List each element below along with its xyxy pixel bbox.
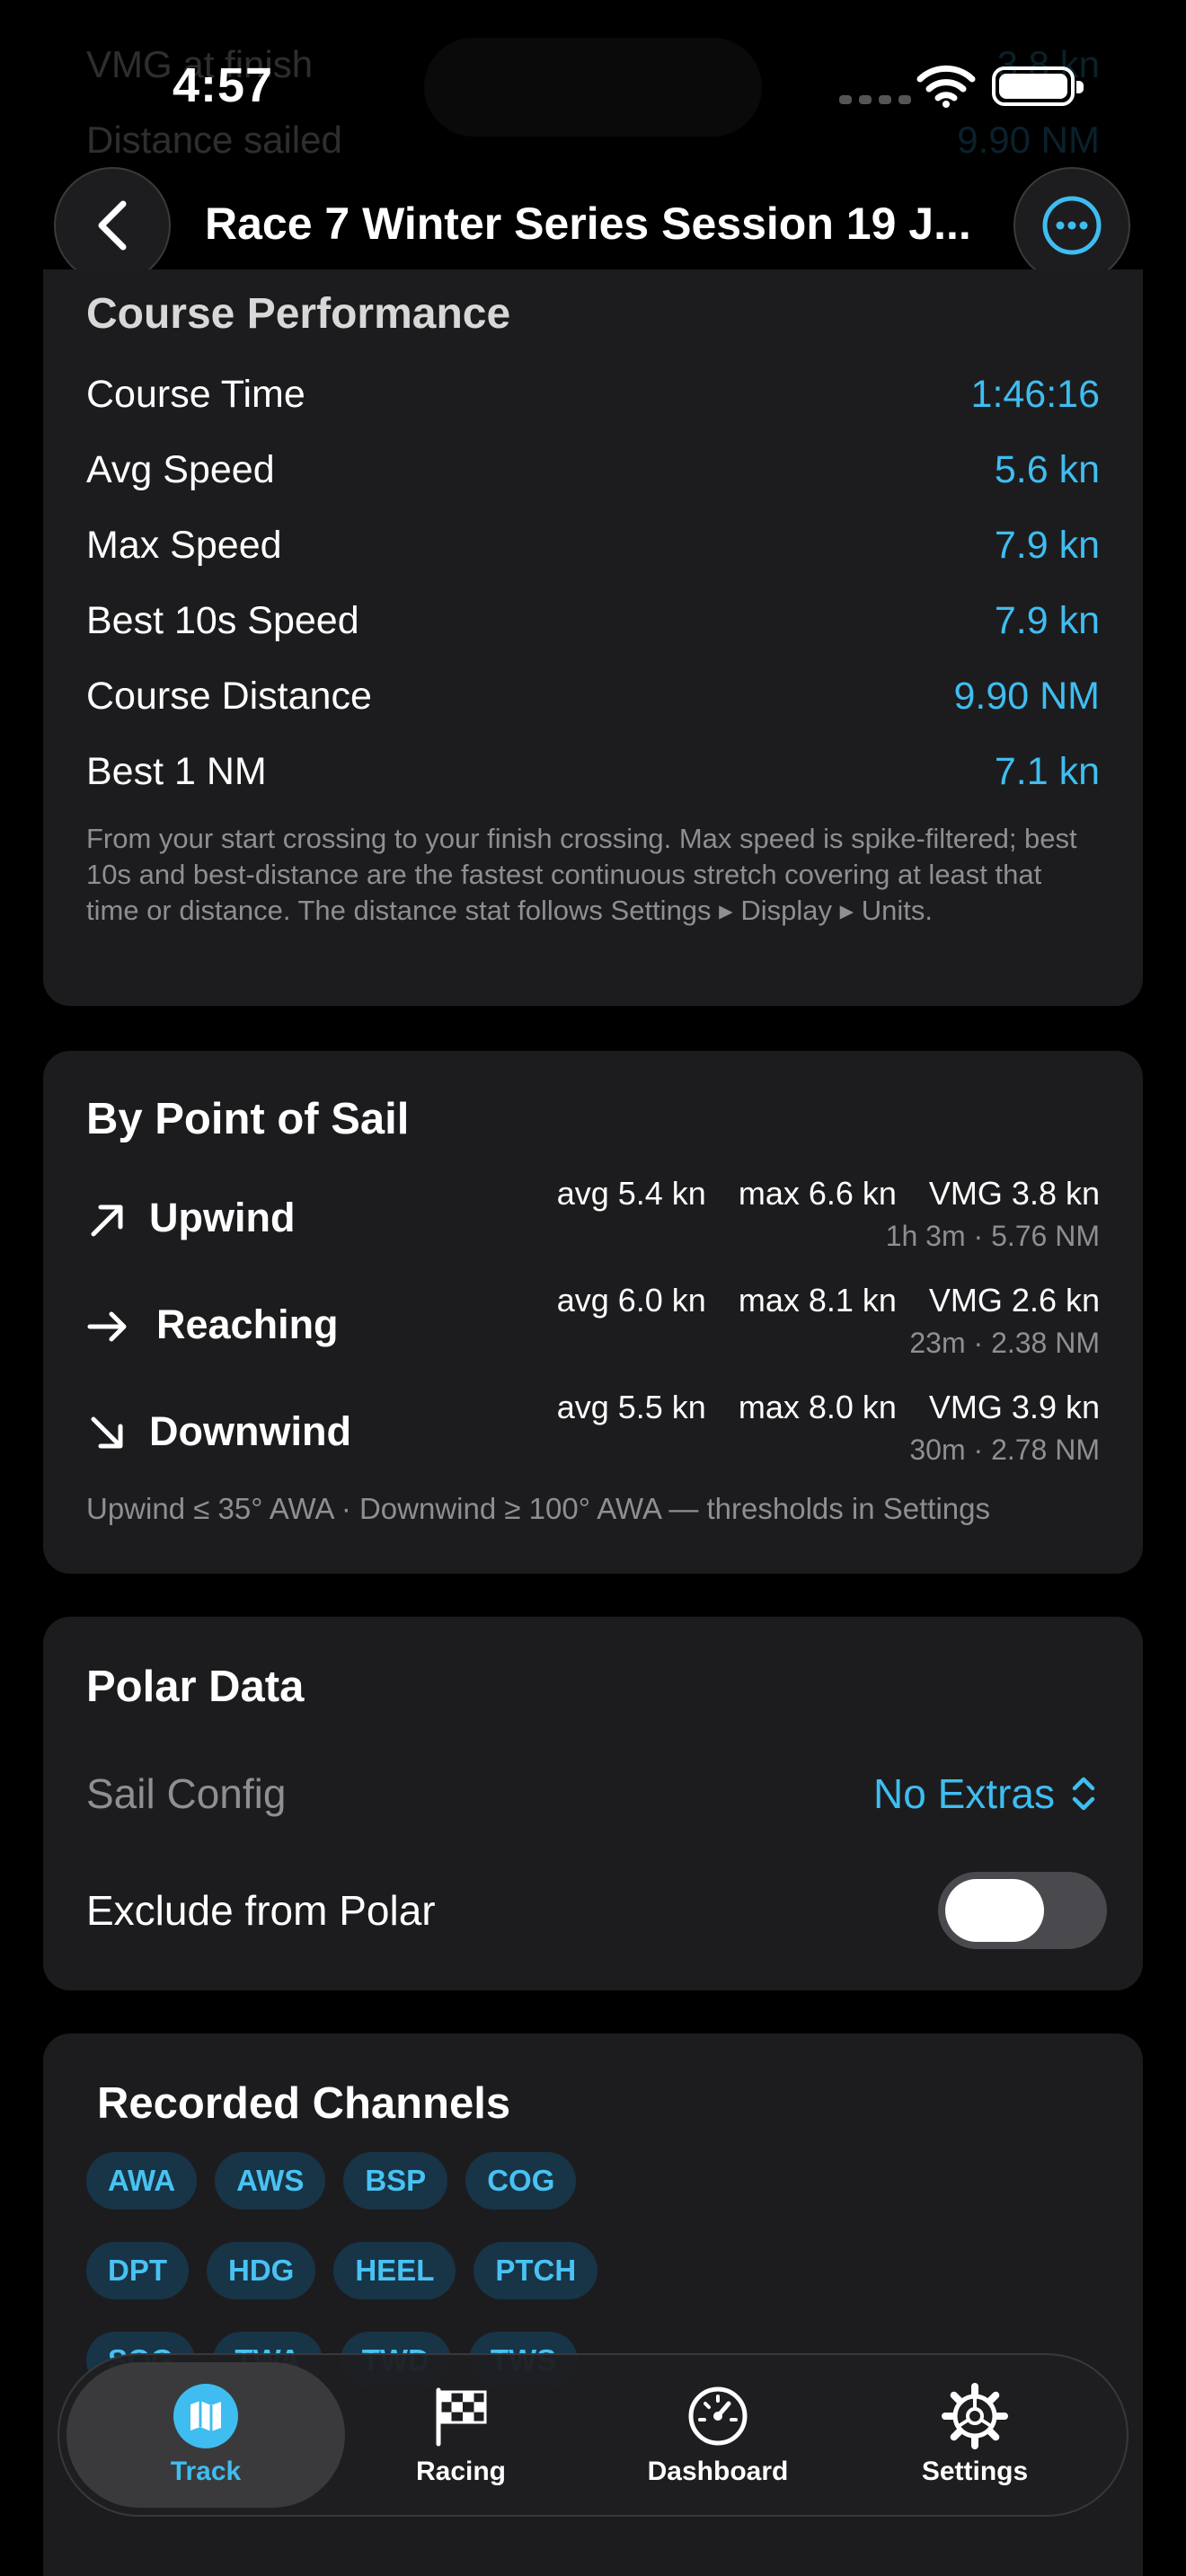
page-title: Race 7 Winter Series Session 19 J... — [205, 198, 971, 249]
stat-row-max-speed: Max Speed 7.9 kn — [86, 507, 1100, 583]
point-of-sail-duration: 23m · 2.38 NM — [909, 1327, 1100, 1359]
stat-row-course-time: Course Time 1:46:16 — [86, 357, 1100, 432]
status-time: 4:57 — [173, 58, 274, 112]
stat-label: Avg Speed — [86, 447, 275, 491]
stat-value: 9.90 NM — [953, 674, 1100, 718]
stat-label: Best 1 NM — [86, 749, 267, 793]
point-of-sail-name: Downwind — [149, 1408, 351, 1454]
gear-icon — [942, 2383, 1008, 2449]
point-of-sail-stats: avg 5.4 kn max 6.6 kn VMG 3.8 kn — [556, 1175, 1100, 1212]
channel-chip: AWA — [86, 2152, 198, 2210]
point-of-sail-duration: 1h 3m · 5.76 NM — [885, 1220, 1100, 1252]
tab-track[interactable]: Track — [66, 2362, 345, 2508]
channel-chip: HEEL — [333, 2242, 456, 2299]
stat-value: 7.9 kn — [994, 523, 1100, 567]
stat-label: Best 10s Speed — [86, 598, 359, 642]
point-of-sail-stats: avg 5.5 kn max 8.0 kn VMG 3.9 kn — [556, 1389, 1100, 1425]
toggle-knob — [945, 1879, 1044, 1942]
point-of-sail-row-downwind: Downwind avg 5.5 kn max 8.0 kn VMG 3.9 kn … — [86, 1389, 1100, 1478]
point-of-sail-stats: avg 6.0 kn max 8.1 kn VMG 2.6 kn — [556, 1282, 1100, 1319]
exclude-from-polar-label: Exclude from Polar — [86, 1887, 436, 1934]
card-title: Polar Data — [86, 1663, 305, 1711]
stat-value: 1:46:16 — [970, 372, 1100, 416]
stat-value: 7.9 kn — [994, 598, 1100, 642]
battery-icon — [992, 66, 1084, 106]
stat-label: Course Time — [86, 372, 305, 416]
dynamic-island — [424, 38, 762, 137]
channel-chip: COG — [465, 2152, 577, 2210]
status-bar: 4:57 — [0, 0, 1186, 171]
point-of-sail-row-upwind: Upwind avg 5.4 kn max 6.6 kn VMG 3.8 kn 1h… — [86, 1175, 1100, 1265]
tab-dashboard[interactable]: Dashboard — [579, 2362, 857, 2508]
arrow-down-right-icon — [91, 1416, 123, 1449]
checkered-flag-icon — [428, 2383, 494, 2449]
arrow-right-icon — [87, 1311, 127, 1342]
point-of-sail-card: By Point of Sail Upwind avg 5.4 kn max 6.… — [43, 1051, 1143, 1574]
stat-value: 7.1 kn — [994, 749, 1100, 793]
more-options-button[interactable] — [1013, 167, 1130, 284]
channel-chip: BSP — [343, 2152, 448, 2210]
stat-value: 5.6 kn — [994, 447, 1100, 491]
ellipsis-circle-icon — [1042, 196, 1102, 255]
chevron-up-down-icon — [1072, 1777, 1095, 1811]
course-performance-card: Course Performance Course Time 1:46:16 A… — [43, 269, 1143, 1006]
stat-row-avg-speed: Avg Speed 5.6 kn — [86, 432, 1100, 507]
point-of-sail-duration: 30m · 2.78 NM — [909, 1434, 1100, 1466]
point-of-sail-name: Reaching — [156, 1301, 339, 1347]
stat-label: Max Speed — [86, 523, 282, 567]
stat-row-course-distance: Course Distance 9.90 NM — [86, 658, 1100, 734]
sail-config-label: Sail Config — [86, 1770, 287, 1817]
back-button[interactable] — [54, 167, 171, 284]
sail-config-picker[interactable]: No Extras — [873, 1769, 1100, 1818]
point-of-sail-name: Upwind — [149, 1195, 296, 1240]
cellular-icon — [839, 95, 911, 104]
sail-config-row: Sail Config No Extras — [86, 1753, 1100, 1834]
stat-row-best-10s-speed: Best 10s Speed 7.9 kn — [86, 583, 1100, 658]
stat-label: Course Distance — [86, 674, 372, 718]
polar-data-card: Polar Data Sail Config No Extras Exclude… — [43, 1617, 1143, 1990]
chevron-left-icon — [98, 200, 127, 251]
course-performance-footnote: From your start crossing to your finish … — [86, 823, 1077, 926]
channel-chip: AWS — [215, 2152, 326, 2210]
channel-chip: PTCH — [474, 2242, 598, 2299]
tab-bar: Track Racing Dashboard Settings — [58, 2353, 1128, 2517]
wifi-icon — [916, 65, 976, 108]
tab-racing[interactable]: Racing — [322, 2362, 600, 2508]
section-header: Course Performance — [86, 290, 511, 338]
arrow-up-right-icon — [91, 1204, 123, 1237]
channel-chip: HDG — [207, 2242, 316, 2299]
card-title: By Point of Sail — [86, 1095, 410, 1143]
exclude-from-polar-row: Exclude from Polar — [86, 1870, 1107, 1951]
point-of-sail-row-reaching: Reaching avg 6.0 kn max 8.1 kn VMG 2.6 kn … — [86, 1282, 1100, 1372]
channel-chip: DPT — [86, 2242, 189, 2299]
exclude-from-polar-toggle[interactable] — [938, 1872, 1107, 1949]
gauge-icon — [685, 2383, 751, 2449]
point-of-sail-footnote: Upwind ≤ 35° AWA · Downwind ≥ 100° AWA —… — [86, 1492, 991, 1525]
card-title: Recorded Channels — [97, 2079, 511, 2128]
stat-row-best-1-nm: Best 1 NM 7.1 kn — [86, 734, 1100, 809]
tab-settings[interactable]: Settings — [836, 2362, 1114, 2508]
map-icon — [173, 2383, 239, 2449]
